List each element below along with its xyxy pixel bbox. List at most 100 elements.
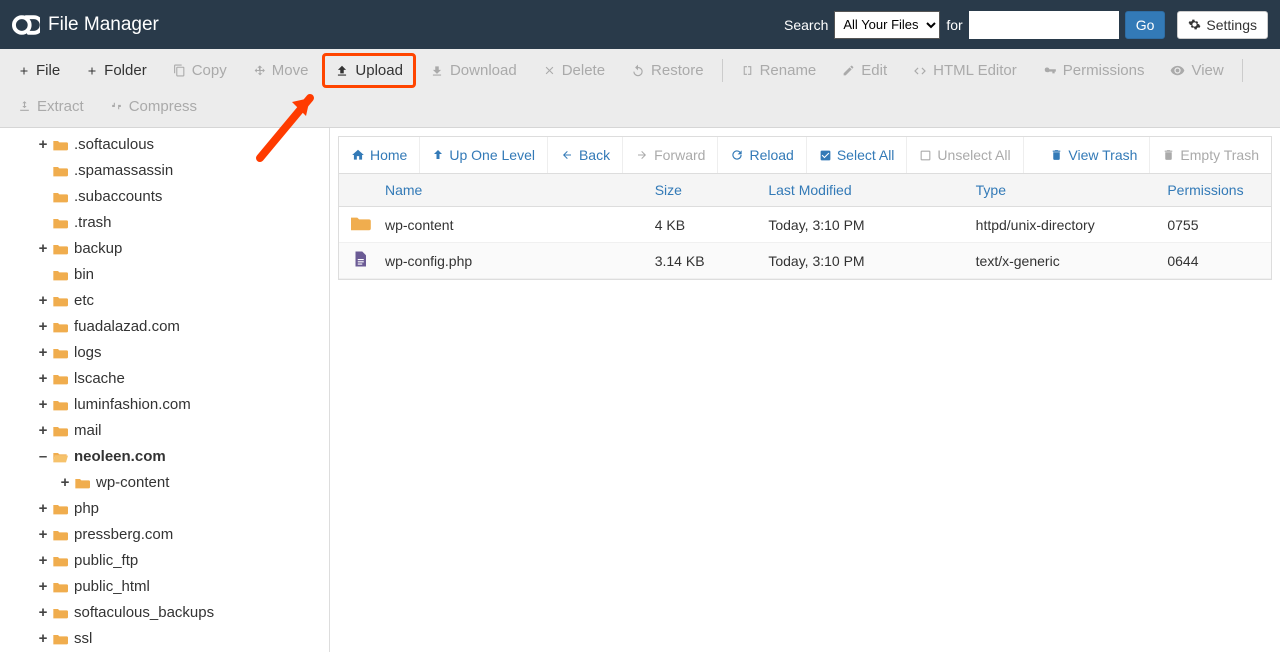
tree-item-label: lscache — [74, 368, 125, 390]
table-row[interactable]: wp-config.php3.14 KBToday, 3:10 PMtext/x… — [339, 243, 1271, 279]
arrow-right-icon — [635, 149, 649, 161]
tree-item[interactable]: – neoleen.com — [0, 444, 329, 470]
search-label: Search — [784, 17, 828, 33]
row-name: wp-content — [375, 210, 645, 240]
tree-item[interactable]: + mail — [0, 418, 329, 444]
view-trash-button[interactable]: View Trash — [1038, 137, 1150, 173]
permissions-button[interactable]: Permissions — [1031, 53, 1157, 88]
view-button[interactable]: View — [1158, 53, 1235, 88]
tree-item-label: mail — [74, 420, 102, 442]
tree-item-label: luminfashion.com — [74, 394, 191, 416]
tree-item[interactable]: +public_ftp — [0, 548, 329, 574]
cp-logo-icon — [12, 11, 40, 39]
copy-button[interactable]: Copy — [161, 53, 239, 88]
row-modified: Today, 3:10 PM — [758, 246, 965, 276]
content-panel: Home Up One Level Back Forward Reload Se… — [330, 128, 1280, 652]
tree-item-label: wp-content — [96, 472, 169, 494]
folder-button[interactable]: Folder — [74, 53, 159, 88]
file-button[interactable]: File — [6, 53, 72, 88]
tree-item[interactable]: +public_html — [0, 574, 329, 600]
row-size: 4 KB — [645, 210, 759, 240]
expander-icon[interactable]: + — [36, 290, 50, 312]
col-name[interactable]: Name — [375, 174, 645, 206]
forward-button[interactable]: Forward — [623, 137, 718, 173]
reload-button[interactable]: Reload — [718, 137, 806, 173]
col-type[interactable]: Type — [966, 174, 1158, 206]
extract-button[interactable]: Extract — [6, 90, 96, 123]
move-button[interactable]: Move — [241, 53, 321, 88]
tree-item[interactable]: + .softaculous — [0, 132, 329, 158]
tree-item-label: .softaculous — [74, 134, 154, 156]
expander-icon[interactable]: + — [36, 602, 50, 624]
expander-icon[interactable]: + — [36, 316, 50, 338]
home-button[interactable]: Home — [339, 137, 420, 173]
plus-icon — [86, 65, 98, 77]
tree-item[interactable]: .trash — [0, 210, 329, 236]
unselect-all-button[interactable]: Unselect All — [907, 137, 1023, 173]
download-icon — [430, 64, 444, 78]
html-editor-button[interactable]: HTML Editor — [901, 53, 1029, 88]
expander-icon[interactable]: + — [36, 524, 50, 546]
rename-button[interactable]: Rename — [729, 53, 829, 88]
go-button[interactable]: Go — [1125, 11, 1166, 39]
col-perm[interactable]: Permissions — [1157, 174, 1271, 206]
expander-icon[interactable]: + — [36, 342, 50, 364]
tree-item[interactable]: +php — [0, 496, 329, 522]
col-modified[interactable]: Last Modified — [758, 174, 965, 206]
row-perm: 0755 — [1157, 210, 1271, 240]
reload-icon — [730, 148, 744, 162]
move-icon — [253, 64, 266, 77]
expander-icon[interactable]: + — [36, 394, 50, 416]
tree-item[interactable]: +fuadalazad.com — [0, 314, 329, 340]
back-button[interactable]: Back — [548, 137, 623, 173]
logo-group: File Manager — [12, 11, 159, 39]
expander-icon[interactable]: + — [36, 498, 50, 520]
expander-icon[interactable]: + — [36, 550, 50, 572]
tree-item[interactable]: .spamassassin — [0, 158, 329, 184]
tree-item[interactable]: .subaccounts — [0, 184, 329, 210]
restore-button[interactable]: Restore — [619, 53, 716, 88]
empty-trash-button[interactable]: Empty Trash — [1150, 137, 1271, 173]
expander-icon[interactable]: + — [58, 472, 72, 494]
tree-item[interactable]: + luminfashion.com — [0, 392, 329, 418]
expander-icon[interactable]: + — [36, 576, 50, 598]
select-all-button[interactable]: Select All — [807, 137, 908, 173]
expander-icon[interactable]: + — [36, 368, 50, 390]
tree-item[interactable]: +backup — [0, 236, 329, 262]
row-perm: 0644 — [1157, 246, 1271, 276]
tree-item[interactable]: + logs — [0, 340, 329, 366]
tree-item-label: etc — [74, 290, 94, 312]
trash-icon — [1050, 148, 1063, 162]
upload-button[interactable]: Upload — [322, 53, 416, 88]
search-input[interactable] — [969, 11, 1119, 39]
tree-item[interactable]: bin — [0, 262, 329, 288]
tree-item[interactable]: + wp-content — [0, 470, 329, 496]
download-button[interactable]: Download — [418, 53, 529, 88]
expander-icon[interactable]: + — [36, 134, 50, 156]
up-one-level-button[interactable]: Up One Level — [420, 137, 548, 173]
row-type: httpd/unix-directory — [966, 210, 1158, 240]
upload-icon — [335, 64, 349, 78]
tree-item[interactable]: +softaculous_backups — [0, 600, 329, 626]
tree-item[interactable]: + etc — [0, 288, 329, 314]
col-size[interactable]: Size — [645, 174, 759, 206]
tree-item-label: logs — [74, 342, 102, 364]
settings-button[interactable]: Settings — [1177, 11, 1268, 39]
expander-icon[interactable]: + — [36, 238, 50, 260]
delete-button[interactable]: Delete — [531, 53, 617, 88]
tree-item-label: neoleen.com — [74, 446, 166, 468]
expander-icon[interactable]: + — [36, 420, 50, 442]
expander-icon[interactable]: + — [36, 628, 50, 650]
grid-header: Name Size Last Modified Type Permissions — [339, 174, 1271, 207]
search-scope-select[interactable]: All Your Files — [834, 11, 940, 39]
tree-item[interactable]: + lscache — [0, 366, 329, 392]
tree-item[interactable]: +pressberg.com — [0, 522, 329, 548]
compress-button[interactable]: Compress — [98, 90, 209, 123]
sidebar-tree[interactable]: + .softaculous.spamassassin.subaccounts.t… — [0, 128, 330, 652]
gear-icon — [1188, 18, 1201, 31]
tree-item[interactable]: +ssl — [0, 626, 329, 652]
delete-icon — [543, 64, 556, 77]
edit-button[interactable]: Edit — [830, 53, 899, 88]
table-row[interactable]: wp-content4 KBToday, 3:10 PMhttpd/unix-d… — [339, 207, 1271, 243]
expander-icon[interactable]: – — [36, 446, 50, 468]
